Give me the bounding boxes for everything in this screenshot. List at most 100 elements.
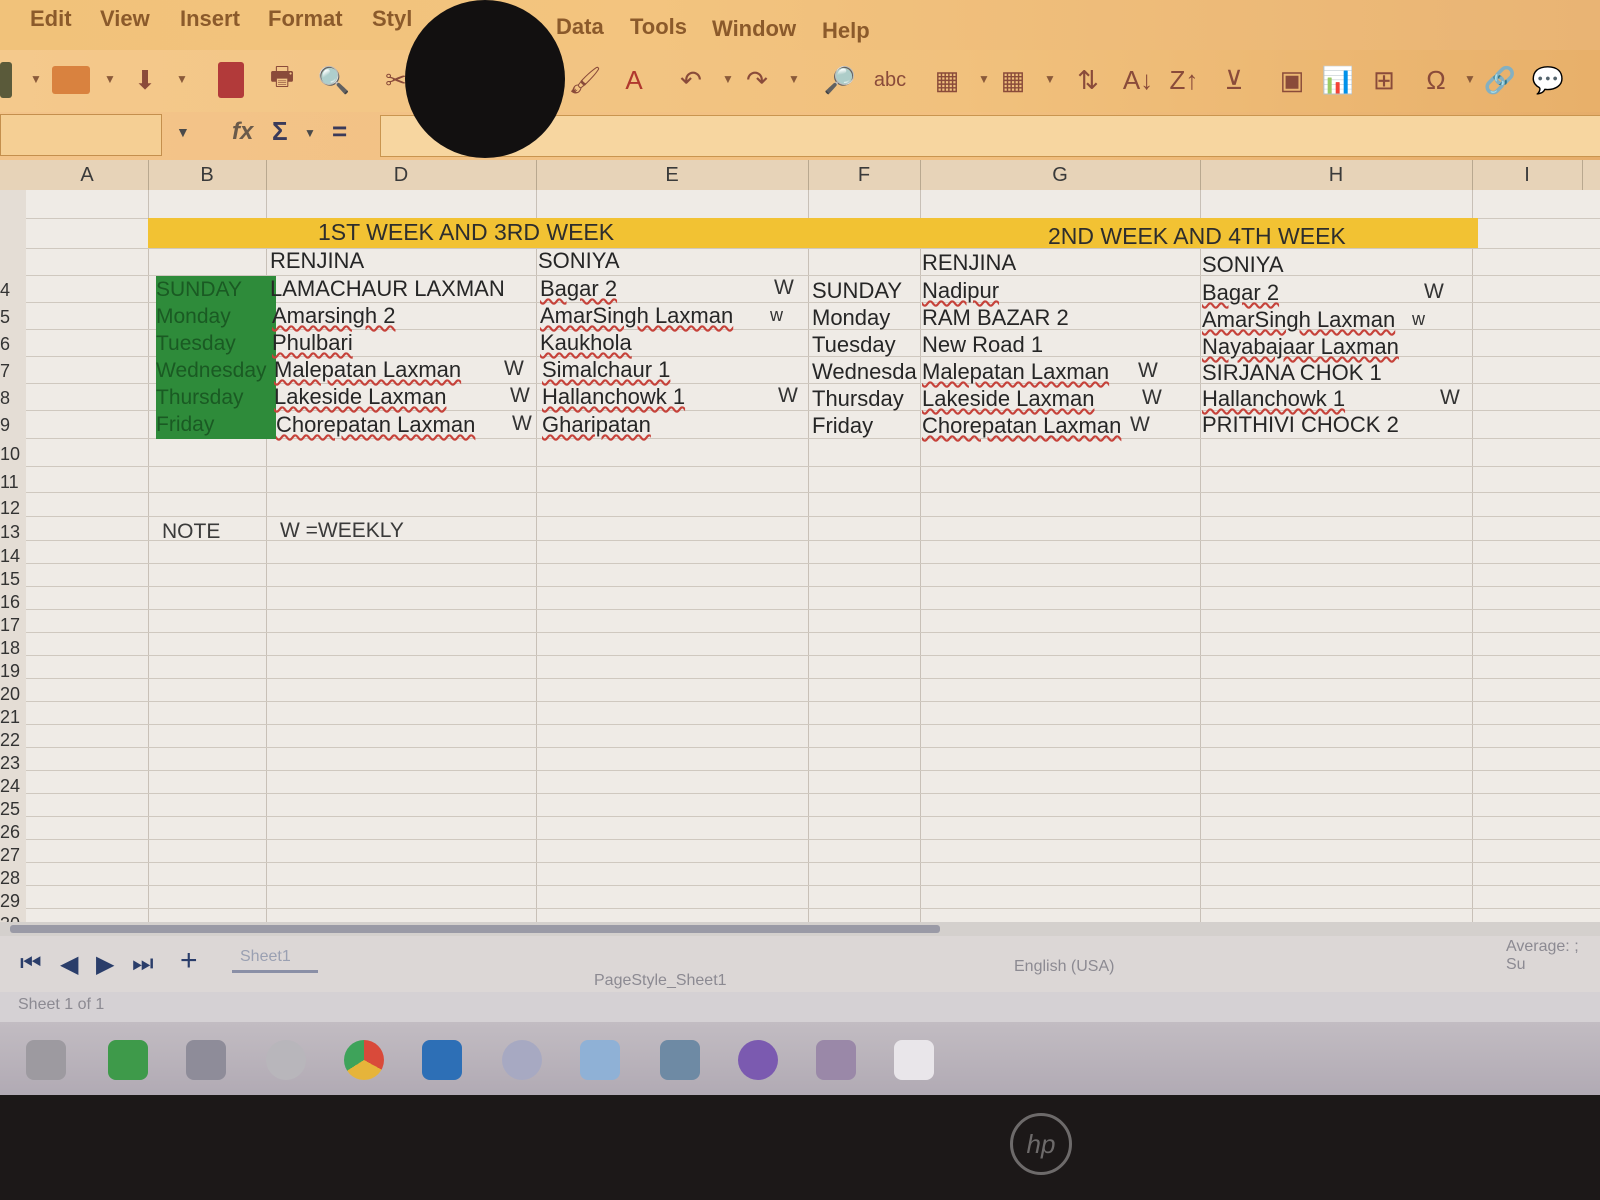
spreadsheet-grid[interactable]: 1ST WEEK AND 3RD WEEK 2ND WEEK AND 4TH W… xyxy=(26,190,1600,935)
column-header-d[interactable]: D xyxy=(266,160,537,190)
undo-icon[interactable]: ↶ xyxy=(676,62,706,98)
file-manager-icon[interactable] xyxy=(26,1040,66,1080)
save-icon[interactable]: ⬇ xyxy=(128,62,162,98)
row-header[interactable]: 9 xyxy=(0,415,26,436)
right-renjina-cell[interactable]: Lakeside Laxman xyxy=(922,386,1094,412)
first-sheet-icon[interactable]: ⏮ xyxy=(20,950,42,978)
autofilter-icon[interactable]: ⊻ xyxy=(1216,62,1252,98)
insert-chart-icon[interactable]: 📊 xyxy=(1320,62,1356,98)
language-status[interactable]: English (USA) xyxy=(1014,958,1114,976)
chevron-down-icon[interactable]: ▼ xyxy=(30,72,42,86)
vscode-icon[interactable] xyxy=(422,1040,462,1080)
chevron-down-icon[interactable]: ▼ xyxy=(722,72,734,86)
column-header-a[interactable]: A xyxy=(26,160,149,190)
row-header[interactable]: 24 xyxy=(0,776,26,797)
right-renjina-cell[interactable]: RAM BAZAR 2 xyxy=(922,305,1069,331)
menu-tools[interactable]: Tools xyxy=(630,14,687,40)
previous-sheet-icon[interactable]: ◀ xyxy=(60,950,78,979)
chevron-down-icon[interactable]: ▼ xyxy=(788,72,800,86)
right-soniya-cell[interactable]: Hallanchowk 1 xyxy=(1202,386,1345,412)
comment-icon[interactable]: 💬 xyxy=(1530,62,1566,98)
function-wizard-icon[interactable]: fx xyxy=(232,118,253,146)
left-soniya-cell[interactable]: AmarSingh Laxman xyxy=(540,303,733,329)
document-app-icon[interactable] xyxy=(580,1040,620,1080)
redo-icon[interactable]: ↷ xyxy=(742,62,772,98)
left-renjina-cell[interactable]: LAMACHAUR LAXMAN xyxy=(270,276,505,302)
sort-descending-icon[interactable]: Z↑ xyxy=(1166,62,1202,98)
folder-app-icon[interactable] xyxy=(660,1040,700,1080)
hyperlink-icon[interactable]: 🔗 xyxy=(1482,62,1518,98)
row-header[interactable]: 18 xyxy=(0,638,26,659)
left-renjina-cell[interactable]: Amarsingh 2 xyxy=(272,303,396,329)
menu-edit[interactable]: Edit xyxy=(30,6,72,32)
right-soniya-cell[interactable]: SIRJANA CHOK 1 xyxy=(1202,360,1382,386)
add-sheet-icon[interactable]: + xyxy=(180,944,198,978)
formula-input[interactable] xyxy=(380,115,1600,157)
left-renjina-cell[interactable]: Phulbari xyxy=(272,330,353,356)
sort-ascending-icon[interactable]: A↓ xyxy=(1120,62,1156,98)
name-box[interactable] xyxy=(0,114,162,156)
right-renjina-cell[interactable]: Malepatan Laxman xyxy=(922,359,1109,385)
row-header[interactable]: 7 xyxy=(0,361,26,382)
row-header[interactable]: 10 xyxy=(0,444,26,465)
row-icon[interactable]: ▦ xyxy=(930,62,964,98)
menu-view[interactable]: View xyxy=(100,6,150,32)
pivot-table-icon[interactable]: ⊞ xyxy=(1366,62,1402,98)
last-sheet-icon[interactable]: ⏭ xyxy=(132,950,154,978)
export-pdf-icon[interactable] xyxy=(218,62,244,98)
right-soniya-cell[interactable]: AmarSingh Laxman xyxy=(1202,307,1395,333)
row-header[interactable]: 25 xyxy=(0,799,26,820)
left-soniya-cell[interactable]: Bagar 2 xyxy=(540,276,617,302)
chevron-down-icon[interactable]: ▼ xyxy=(176,124,190,140)
chrome-icon[interactable] xyxy=(344,1040,384,1080)
print-icon[interactable]: 🖶 xyxy=(264,61,300,98)
right-renjina-cell[interactable]: Nadipur xyxy=(922,278,999,304)
row-header[interactable]: 8 xyxy=(0,388,26,409)
chevron-down-icon[interactable]: ▼ xyxy=(978,72,990,86)
browser-icon[interactable] xyxy=(502,1040,542,1080)
disc-icon[interactable] xyxy=(266,1040,306,1080)
row-header[interactable]: 4 xyxy=(0,280,26,301)
column-header-b[interactable]: B xyxy=(148,160,267,190)
row-header[interactable]: 16 xyxy=(0,592,26,613)
right-renjina-cell[interactable]: Chorepatan Laxman xyxy=(922,413,1121,439)
new-document-icon[interactable] xyxy=(0,62,12,98)
formula-icon[interactable]: = xyxy=(332,116,347,147)
menu-help[interactable]: Help xyxy=(822,18,870,44)
right-soniya-cell[interactable]: PRITHIVI CHOCK 2 xyxy=(1202,412,1399,438)
next-sheet-icon[interactable]: ▶ xyxy=(96,950,114,979)
horizontal-scrollbar[interactable] xyxy=(0,922,1600,936)
clear-formatting-icon[interactable]: A xyxy=(616,62,652,98)
scrollbar-thumb[interactable] xyxy=(10,925,940,933)
spelling-icon[interactable]: abc xyxy=(870,62,910,98)
sort-icon[interactable]: ⇅ xyxy=(1070,62,1106,98)
row-header[interactable]: 29 xyxy=(0,891,26,912)
row-header[interactable]: 26 xyxy=(0,822,26,843)
row-header[interactable]: 19 xyxy=(0,661,26,682)
column-header-e[interactable]: E xyxy=(536,160,809,190)
open-folder-icon[interactable] xyxy=(52,66,90,94)
row-header[interactable]: 27 xyxy=(0,845,26,866)
right-soniya-cell[interactable]: Bagar 2 xyxy=(1202,280,1279,306)
menu-data[interactable]: Data xyxy=(556,14,604,40)
special-character-icon[interactable]: Ω xyxy=(1418,62,1454,98)
right-soniya-cell[interactable]: Nayabajaar Laxman xyxy=(1202,334,1399,360)
chevron-down-icon[interactable]: ▼ xyxy=(304,126,316,140)
image-viewer-icon[interactable] xyxy=(816,1040,856,1080)
left-soniya-cell[interactable]: Gharipatan xyxy=(542,412,651,438)
insert-image-icon[interactable]: ▣ xyxy=(1274,62,1310,98)
sum-icon[interactable]: Σ xyxy=(272,116,288,147)
viber-icon[interactable] xyxy=(738,1040,778,1080)
row-header[interactable]: 20 xyxy=(0,684,26,705)
left-renjina-cell[interactable]: Lakeside Laxman xyxy=(274,384,446,410)
find-replace-icon[interactable]: 🔎 xyxy=(822,62,858,98)
column-header-h[interactable]: H xyxy=(1200,160,1473,190)
left-soniya-cell[interactable]: Hallanchowk 1 xyxy=(542,384,685,410)
row-header[interactable]: 6 xyxy=(0,334,26,355)
menu-insert[interactable]: Insert xyxy=(180,6,240,32)
chevron-down-icon[interactable]: ▼ xyxy=(176,72,188,86)
row-header[interactable]: 14 xyxy=(0,546,26,567)
row-header[interactable]: 11 xyxy=(0,472,26,493)
row-header[interactable]: 22 xyxy=(0,730,26,751)
row-header[interactable]: 21 xyxy=(0,707,26,728)
